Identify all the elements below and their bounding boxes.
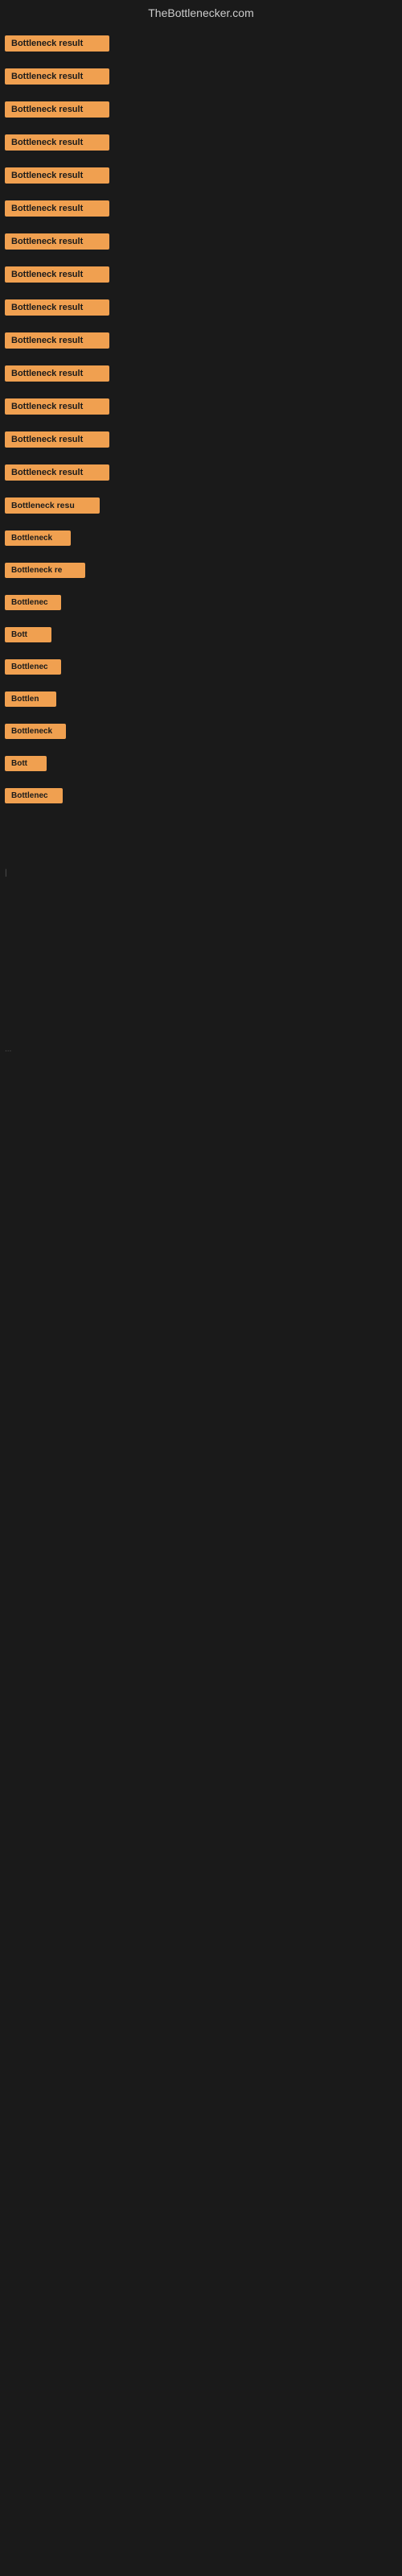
list-item: Bottleneck re (0, 559, 402, 585)
list-item: Bott (0, 624, 402, 650)
bottleneck-badge[interactable]: Bottleneck result (5, 134, 109, 151)
site-header: TheBottlenecker.com (0, 0, 402, 29)
spacer (0, 817, 402, 865)
bottleneck-badge[interactable]: Bott (5, 627, 51, 642)
list-item: Bottleneck result (0, 98, 402, 125)
list-item: Bottleneck result (0, 32, 402, 59)
bottleneck-badge[interactable]: Bottleneck result (5, 266, 109, 283)
list-item: Bottleneck result (0, 461, 402, 488)
list-item: Bottleneck (0, 720, 402, 746)
list-item: Bottlen (0, 688, 402, 714)
bottleneck-badge[interactable]: Bottleneck resu (5, 497, 100, 514)
list-item: Bottleneck result (0, 296, 402, 323)
bottleneck-badge[interactable]: Bottleneck result (5, 35, 109, 52)
list-item: Bottleneck result (0, 131, 402, 158)
list-item: Bottlenec (0, 592, 402, 617)
list-item: Bottleneck result (0, 197, 402, 224)
empty-section (0, 881, 402, 1042)
list-item: Bott (0, 753, 402, 778)
bottleneck-badge[interactable]: Bottleneck result (5, 464, 109, 481)
bottleneck-badge[interactable]: Bottlenec (5, 788, 63, 803)
bottleneck-badge[interactable]: Bottleneck result (5, 233, 109, 250)
bottleneck-badge[interactable]: Bottlenec (5, 595, 61, 610)
bottleneck-badge[interactable]: Bottleneck result (5, 200, 109, 217)
list-item: Bottleneck result (0, 428, 402, 455)
bottleneck-badge[interactable]: Bottleneck result (5, 365, 109, 382)
list-item: Bottlenec (0, 785, 402, 811)
ellipsis-marker: ... (0, 1042, 402, 1057)
bottleneck-badge[interactable]: Bottleneck result (5, 299, 109, 316)
site-title: TheBottlenecker.com (0, 0, 402, 29)
list-item: Bottleneck resu (0, 494, 402, 521)
bottom-empty-section (0, 1057, 402, 1379)
bottleneck-badge[interactable]: Bottleneck (5, 724, 66, 739)
list-item: Bottlenec (0, 656, 402, 682)
bottleneck-badge[interactable]: Bottleneck result (5, 167, 109, 184)
bottleneck-badge[interactable]: Bottleneck result (5, 431, 109, 448)
bottleneck-badge[interactable]: Bottleneck result (5, 398, 109, 415)
list-item: Bottleneck result (0, 362, 402, 389)
list-item: Bottleneck result (0, 164, 402, 191)
list-item: Bottleneck result (0, 395, 402, 422)
list-item: Bottleneck (0, 527, 402, 553)
bottleneck-badge[interactable]: Bottlenec (5, 659, 61, 675)
bottleneck-badge[interactable]: Bottleneck result (5, 332, 109, 349)
bottleneck-badge[interactable]: Bottleneck (5, 530, 71, 546)
cursor-marker: | (0, 865, 402, 881)
bottleneck-badge[interactable]: Bottleneck result (5, 68, 109, 85)
bottleneck-badge[interactable]: Bottleneck re (5, 563, 85, 578)
list-item: Bottleneck result (0, 65, 402, 92)
bottleneck-badge[interactable]: Bottleneck result (5, 101, 109, 118)
bottleneck-badge[interactable]: Bott (5, 756, 47, 771)
list-item: Bottleneck result (0, 263, 402, 290)
list-item: Bottleneck result (0, 329, 402, 356)
bottleneck-badge[interactable]: Bottlen (5, 691, 56, 707)
list-item: Bottleneck result (0, 230, 402, 257)
